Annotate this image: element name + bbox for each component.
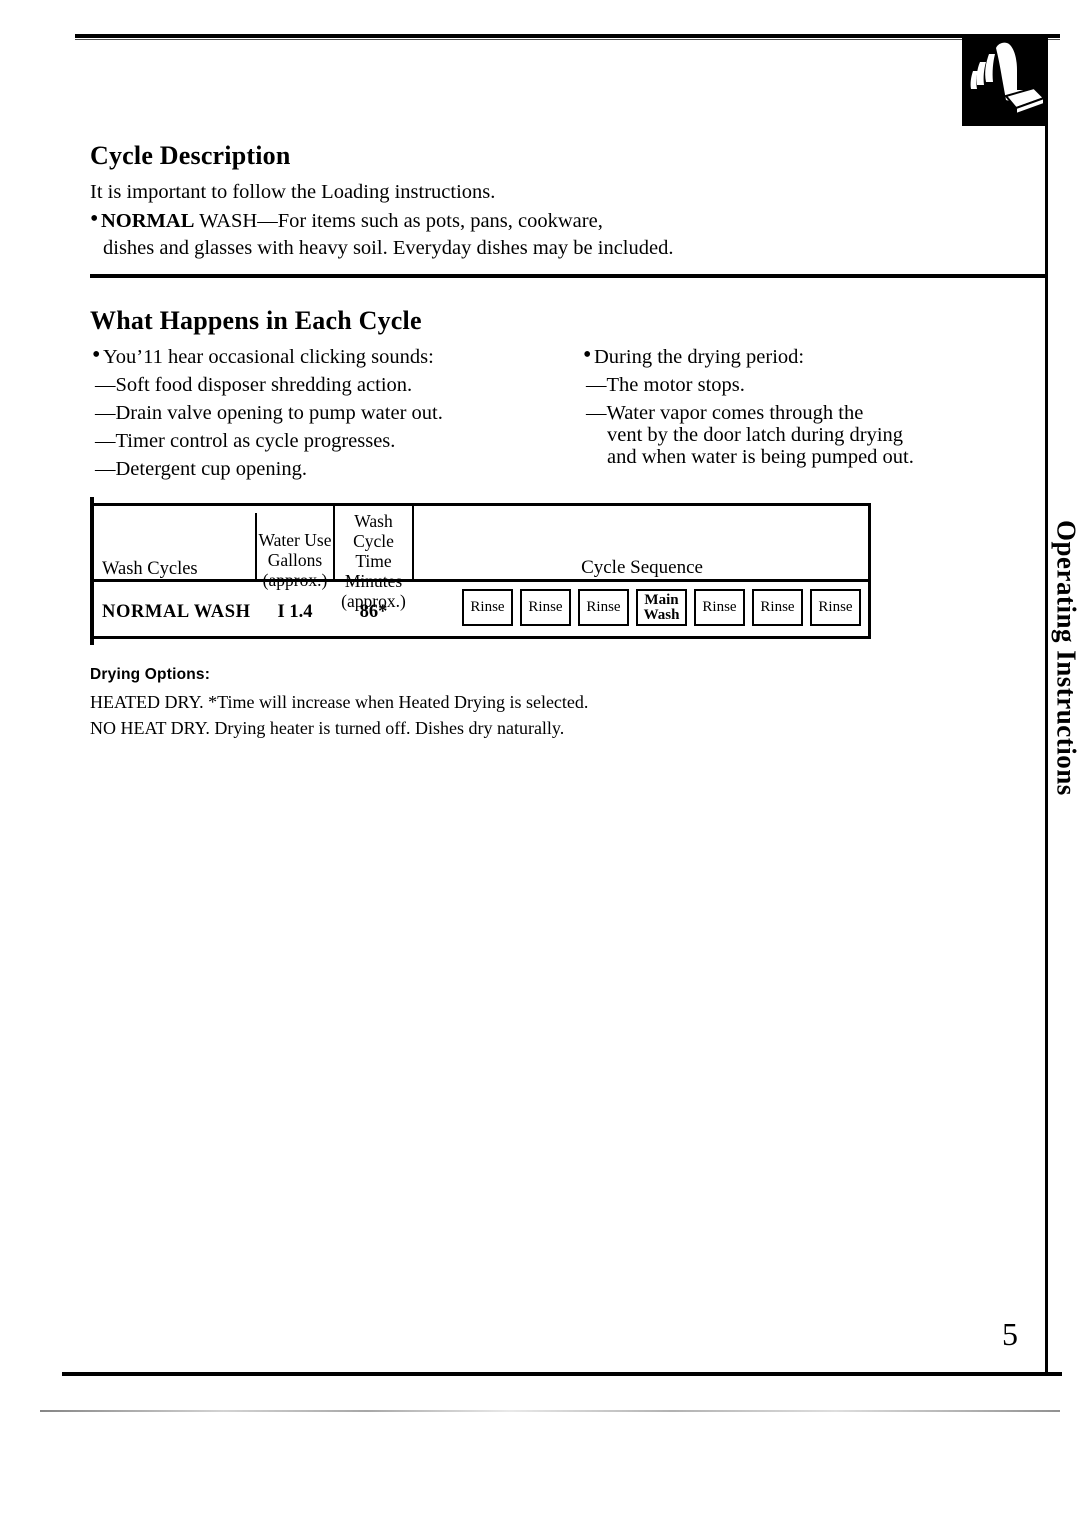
table-header-wash-cycles: Wash Cycles [102,559,198,579]
sequence-step-box: Rinse [520,589,571,626]
what-happens-right-item-1: —The motor stops. [586,374,745,396]
normal-wash-text: WASH—For items such as pots, pans, cookw… [194,210,603,232]
table-header-divider [90,579,871,582]
drying-options-line-1: HEATED DRY. *Time will increase when Hea… [90,692,589,712]
sequence-step-box: Rinse [462,589,513,626]
hand-pressing-button-icon [962,38,1048,126]
sequence-step-label: Rinse [818,599,853,615]
normal-wash-label: NORMAL [101,210,195,232]
bullet-dot-icon: • [92,342,101,368]
table-top-rule [90,503,871,506]
table-header-wash-cycle-time: Wash Cycle Time Minutes (approx.) [336,511,411,611]
sequence-step-label: Rinse [586,599,621,615]
table-row-water-use: I 1.4 [277,602,313,622]
what-happens-left-bullet-label: You’11 hear occasional clicking sounds: [103,346,434,368]
sequence-step-label: Rinse [760,599,795,615]
cycle-sequence-boxes: Rinse Rinse Rinse Main Wash Rinse Rinse R… [462,589,861,626]
table-left-border [90,497,94,645]
table-header-wash-time-l3: Minutes [344,571,403,591]
what-happens-right-item-2-cont-2: and when water is being pumped out. [607,446,914,468]
table-header-wash-time-l2: Time [355,551,392,571]
table-column-divider-2 [333,506,335,582]
table-column-divider-3 [412,506,414,582]
table-header-water-use-l1: Water Use [258,530,332,550]
page-top-hairline [75,39,1060,40]
sequence-step-box: Rinse [810,589,861,626]
drying-options-line-2: NO HEAT DRY. Drying heater is turned off… [90,718,565,738]
table-header-cycle-sequence: Cycle Sequence [581,557,703,578]
drying-options-heading: Drying Options: [90,666,211,683]
sequence-step-label: Rinse [702,599,737,615]
what-happens-right-bullet-label: During the drying period: [594,346,805,368]
bullet-dot-icon: • [90,206,99,232]
page-top-rule [75,34,1060,38]
normal-wash-bullet-line-1: • NORMAL WASH—For items such as pots, pan… [90,207,603,235]
side-tab-operating-instructions: Operating Instructions [1049,520,1080,900]
sequence-step-box: Rinse [578,589,629,626]
side-tab-label: Operating Instructions [1051,520,1080,796]
what-happens-right-bullet: • During the drying period: [583,343,804,371]
what-happens-left-item-2: —Drain valve opening to pump water out. [95,402,443,424]
sequence-step-box: Rinse [752,589,803,626]
sequence-step-label: Rinse [528,599,563,615]
bullet-dot-icon: • [583,342,592,368]
page-bottom-rule [62,1372,1062,1376]
table-header-water-use-l3: (approx.) [262,570,328,590]
sequence-step-label: Main Wash [643,591,680,623]
sequence-step-box-main-wash: Main Wash [636,589,687,626]
table-row-wash-time: 86* [359,602,388,622]
sidebar-vertical-rule [1045,124,1048,1372]
scan-artifact-line [40,1410,1060,1412]
sequence-step-label: Rinse [470,599,505,615]
table-column-divider-1 [255,513,257,582]
table-header-water-use: Water Use Gallons (approx.) [258,530,332,590]
section-divider-rule [90,274,1045,278]
what-happens-left-bullet: • You’11 hear occasional clicking sounds: [92,343,434,371]
cycle-description-intro: It is important to follow the Loading in… [90,181,496,203]
table-row-cycle-name: NORMAL WASH [102,602,251,622]
what-happens-heading: What Happens in Each Cycle [90,306,422,335]
table-right-border [868,503,871,639]
table-bottom-rule [90,636,871,639]
what-happens-left-item-3: —Timer control as cycle progresses. [95,430,396,452]
wash-cycles-table: Wash Cycles Water Use Gallons (approx.) … [90,497,872,645]
document-page: Operating Instructions Cycle Description… [0,0,1080,1528]
table-header-water-use-l2: Gallons [267,550,323,570]
what-happens-left-item-1: —Soft food disposer shredding action. [95,374,413,396]
normal-wash-bullet-line-2: dishes and glasses with heavy soil. Ever… [103,237,674,259]
page-number: 5 [1002,1316,1018,1352]
sequence-step-box: Rinse [694,589,745,626]
what-happens-left-item-4: —Detergent cup opening. [95,458,307,480]
cycle-description-heading: Cycle Description [90,141,291,170]
table-header-wash-time-l1: Wash Cycle [353,511,394,551]
